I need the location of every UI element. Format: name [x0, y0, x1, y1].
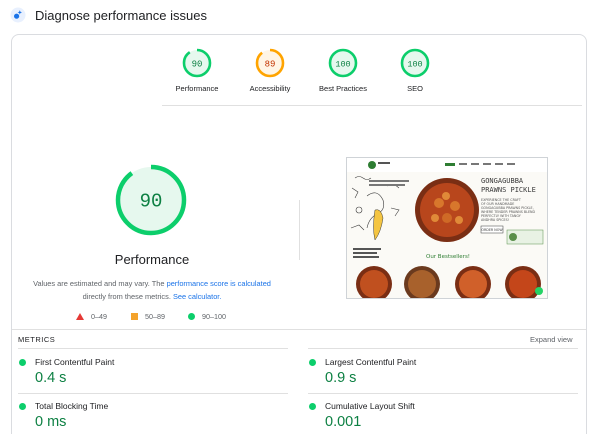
screenshot-headline: GONGAGUBBA [481, 177, 524, 185]
report-card: 90 Performance 89 Accessibility 100 Best… [11, 34, 587, 434]
note-text: Values are estimated and may vary. The [33, 279, 167, 288]
metric-value: 0.001 [325, 414, 362, 430]
page-title: Diagnose performance issues [35, 8, 207, 23]
metric-cls: Cumulative Layout Shift 0.001 [309, 400, 559, 434]
screenshot-bestsellers: Our Bestsellers! [426, 254, 470, 260]
metric-name: First Contentful Paint [35, 357, 115, 367]
metrics-row-divider [18, 348, 288, 349]
gauge-score: 100 [407, 60, 422, 70]
metrics-divider [12, 329, 586, 330]
pass-circle-icon [309, 359, 316, 366]
page-header: Diagnose performance issues [0, 0, 597, 32]
legend-label: 0–49 [91, 312, 107, 321]
metric-fcp: First Contentful Paint 0.4 s [19, 356, 269, 396]
gauge-best-practices[interactable]: 100 Best Practices [308, 47, 378, 93]
performance-score-link[interactable]: performance score is calculated [167, 279, 271, 288]
circle-icon [188, 313, 195, 320]
gauge-ring: 100 [328, 48, 358, 78]
legend-pass: 90–100 [188, 312, 226, 321]
gauge-ring: 100 [400, 48, 430, 78]
gauge-label: SEO [407, 84, 423, 93]
gauge-score: 90 [192, 60, 203, 70]
metric-value: 0 ms [35, 414, 67, 430]
legend-label: 50–89 [145, 312, 165, 321]
gauge-label: Performance [175, 84, 219, 93]
metric-name: Total Blocking Time [35, 401, 109, 411]
gauge-label: Best Practices [319, 84, 367, 93]
metric-divider [18, 393, 288, 394]
gauge-ring: 90 [182, 48, 212, 78]
square-icon [131, 313, 138, 320]
metric-divider [308, 393, 578, 394]
screenshot-headline: PRAWNS PICKLE [481, 186, 536, 194]
performance-gauge: 90 [115, 164, 187, 236]
metric-tbt: Total Blocking Time 0 ms [19, 400, 269, 434]
legend-average: 50–89 [131, 312, 165, 321]
gauge-ring: 89 [255, 48, 285, 78]
page-screenshot: GONGAGUBBA PRAWNS PICKLE EXPERIENCE THE … [346, 157, 548, 299]
metric-name: Largest Contentful Paint [325, 357, 417, 367]
gauge-score: 89 [265, 60, 276, 70]
performance-score: 90 [140, 191, 163, 213]
pass-circle-icon [309, 403, 316, 410]
performance-title: Performance [114, 252, 190, 267]
pass-circle-icon [19, 403, 26, 410]
performance-note: Values are estimated and may vary. The p… [30, 277, 274, 303]
metrics-row-divider [308, 348, 578, 349]
score-gauges: 90 Performance 89 Accessibility 100 Best… [162, 47, 452, 109]
legend-label: 90–100 [202, 312, 226, 321]
gauge-performance[interactable]: 90 Performance [162, 47, 232, 93]
screenshot-image: GONGAGUBBA PRAWNS PICKLE EXPERIENCE THE … [347, 158, 547, 298]
screenshot-tagline: ANDHRA SPICES! [481, 218, 509, 222]
triangle-icon [76, 313, 84, 320]
pass-circle-icon [19, 359, 26, 366]
gauge-label: Accessibility [249, 84, 291, 93]
screenshot-cta: ORDER NOW [481, 228, 503, 232]
expand-view-button[interactable]: Expand view [530, 335, 573, 344]
note-text: directly from these metrics. [82, 292, 173, 301]
metric-value: 0.4 s [35, 370, 67, 386]
metric-value: 0.9 s [325, 370, 357, 386]
metric-lcp: Largest Contentful Paint 0.9 s [309, 356, 559, 396]
gauge-score: 100 [335, 60, 350, 70]
see-calculator-link[interactable]: See calculator. [173, 292, 221, 301]
gauge-accessibility[interactable]: 89 Accessibility [235, 47, 305, 93]
metrics-title: METRICS [18, 335, 56, 344]
section-divider [162, 105, 582, 106]
legend-fail: 0–49 [76, 312, 107, 321]
vertical-divider [299, 200, 300, 260]
gauge-seo[interactable]: 100 SEO [380, 47, 450, 93]
score-legend: 0–49 50–89 90–100 [76, 312, 256, 324]
metric-name: Cumulative Layout Shift [325, 401, 415, 411]
diagnose-icon [10, 7, 26, 23]
